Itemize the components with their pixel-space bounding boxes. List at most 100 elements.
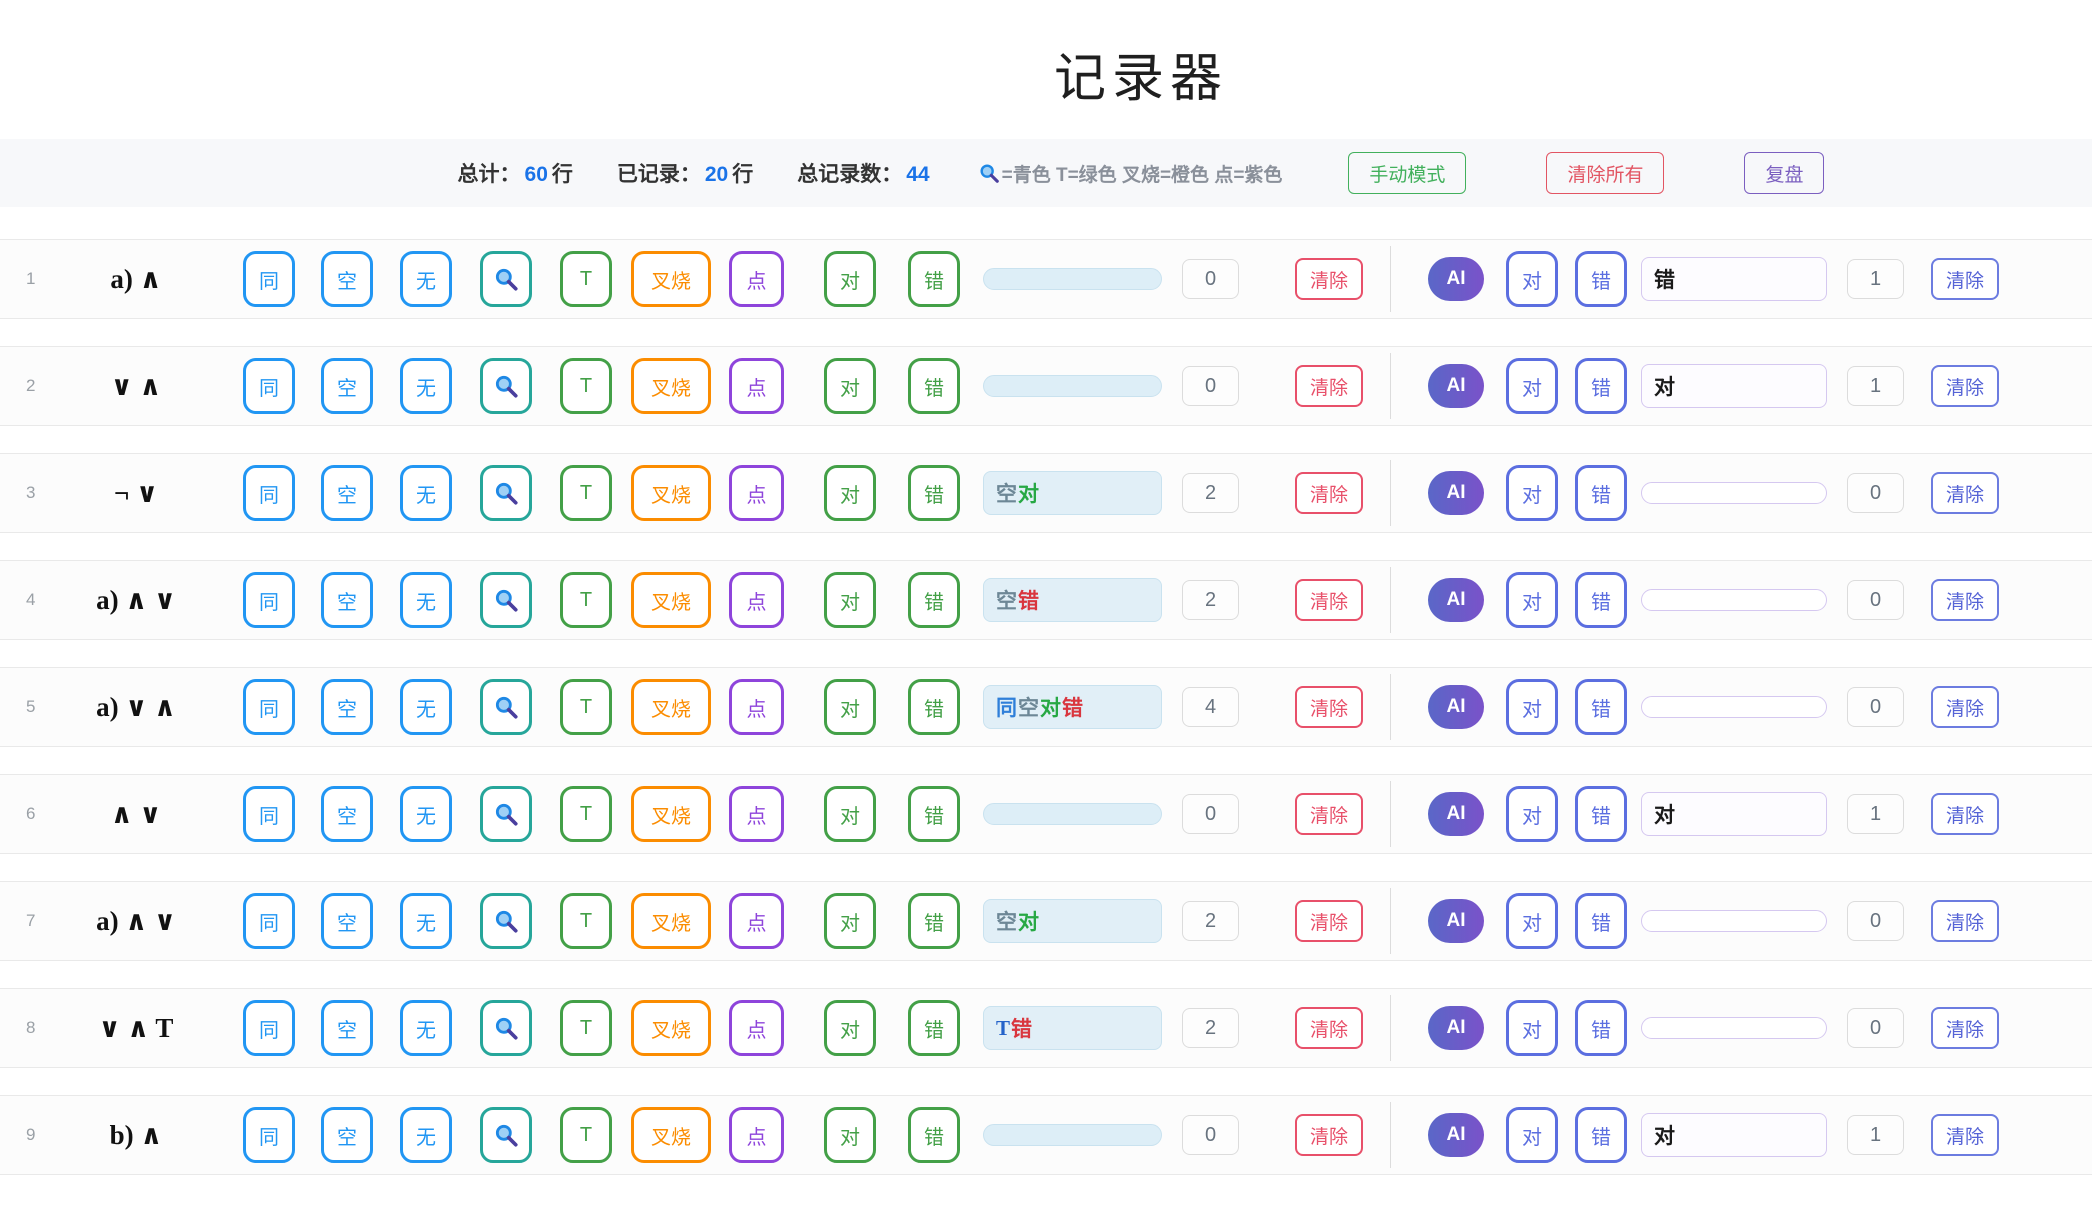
ai-dui-button[interactable]: 对 <box>1506 786 1558 842</box>
kong-button[interactable]: 空 <box>321 572 373 628</box>
magnifier-button[interactable] <box>480 358 532 414</box>
dui-button[interactable]: 对 <box>824 251 876 307</box>
magnifier-button[interactable] <box>480 679 532 735</box>
ai-clear-button[interactable]: 清除 <box>1931 1007 1999 1049</box>
ai-clear-button[interactable]: 清除 <box>1931 793 1999 835</box>
tong-button[interactable]: 同 <box>243 786 295 842</box>
kong-button[interactable]: 空 <box>321 465 373 521</box>
wu-button[interactable]: 无 <box>400 465 452 521</box>
wu-button[interactable]: 无 <box>400 358 452 414</box>
chashao-button[interactable]: 叉烧 <box>631 1000 711 1056</box>
wu-button[interactable]: 无 <box>400 786 452 842</box>
ai-cuo-button[interactable]: 错 <box>1575 465 1627 521</box>
manual-mode-button[interactable]: 手动模式 <box>1348 152 1466 194</box>
t-button[interactable]: T <box>560 251 612 307</box>
ai-clear-button[interactable]: 清除 <box>1931 472 1999 514</box>
ai-dui-button[interactable]: 对 <box>1506 251 1558 307</box>
kong-button[interactable]: 空 <box>321 1107 373 1163</box>
cuo-button[interactable]: 错 <box>908 679 960 735</box>
magnifier-button[interactable] <box>480 572 532 628</box>
kong-button[interactable]: 空 <box>321 251 373 307</box>
ai-cuo-button[interactable]: 错 <box>1575 1107 1627 1163</box>
t-button[interactable]: T <box>560 679 612 735</box>
cuo-button[interactable]: 错 <box>908 358 960 414</box>
tong-button[interactable]: 同 <box>243 1107 295 1163</box>
clear-row-button[interactable]: 清除 <box>1295 472 1363 514</box>
replay-button[interactable]: 复盘 <box>1744 152 1824 194</box>
kong-button[interactable]: 空 <box>321 786 373 842</box>
cuo-button[interactable]: 错 <box>908 893 960 949</box>
clear-row-button[interactable]: 清除 <box>1295 900 1363 942</box>
cuo-button[interactable]: 错 <box>908 465 960 521</box>
dui-button[interactable]: 对 <box>824 1000 876 1056</box>
chashao-button[interactable]: 叉烧 <box>631 1107 711 1163</box>
wu-button[interactable]: 无 <box>400 679 452 735</box>
chashao-button[interactable]: 叉烧 <box>631 893 711 949</box>
wu-button[interactable]: 无 <box>400 1107 452 1163</box>
t-button[interactable]: T <box>560 358 612 414</box>
cuo-button[interactable]: 错 <box>908 572 960 628</box>
tong-button[interactable]: 同 <box>243 1000 295 1056</box>
kong-button[interactable]: 空 <box>321 1000 373 1056</box>
dian-button[interactable]: 点 <box>729 358 784 414</box>
ai-badge[interactable]: AI <box>1428 471 1484 515</box>
dui-button[interactable]: 对 <box>824 465 876 521</box>
ai-cuo-button[interactable]: 错 <box>1575 572 1627 628</box>
cuo-button[interactable]: 错 <box>908 1000 960 1056</box>
dian-button[interactable]: 点 <box>729 679 784 735</box>
t-button[interactable]: T <box>560 786 612 842</box>
chashao-button[interactable]: 叉烧 <box>631 465 711 521</box>
ai-cuo-button[interactable]: 错 <box>1575 1000 1627 1056</box>
wu-button[interactable]: 无 <box>400 1000 452 1056</box>
magnifier-button[interactable] <box>480 251 532 307</box>
dui-button[interactable]: 对 <box>824 572 876 628</box>
ai-clear-button[interactable]: 清除 <box>1931 1114 1999 1156</box>
t-button[interactable]: T <box>560 465 612 521</box>
tong-button[interactable]: 同 <box>243 251 295 307</box>
magnifier-button[interactable] <box>480 465 532 521</box>
ai-dui-button[interactable]: 对 <box>1506 893 1558 949</box>
tong-button[interactable]: 同 <box>243 572 295 628</box>
ai-dui-button[interactable]: 对 <box>1506 465 1558 521</box>
ai-cuo-button[interactable]: 错 <box>1575 786 1627 842</box>
clear-row-button[interactable]: 清除 <box>1295 793 1363 835</box>
kong-button[interactable]: 空 <box>321 358 373 414</box>
kong-button[interactable]: 空 <box>321 893 373 949</box>
dian-button[interactable]: 点 <box>729 893 784 949</box>
ai-dui-button[interactable]: 对 <box>1506 358 1558 414</box>
t-button[interactable]: T <box>560 572 612 628</box>
t-button[interactable]: T <box>560 1000 612 1056</box>
dui-button[interactable]: 对 <box>824 893 876 949</box>
ai-cuo-button[interactable]: 错 <box>1575 679 1627 735</box>
cuo-button[interactable]: 错 <box>908 251 960 307</box>
tong-button[interactable]: 同 <box>243 679 295 735</box>
cuo-button[interactable]: 错 <box>908 1107 960 1163</box>
clear-row-button[interactable]: 清除 <box>1295 579 1363 621</box>
ai-clear-button[interactable]: 清除 <box>1931 900 1999 942</box>
ai-badge[interactable]: AI <box>1428 1006 1484 1050</box>
cuo-button[interactable]: 错 <box>908 786 960 842</box>
dian-button[interactable]: 点 <box>729 1107 784 1163</box>
ai-badge[interactable]: AI <box>1428 792 1484 836</box>
ai-clear-button[interactable]: 清除 <box>1931 258 1999 300</box>
dui-button[interactable]: 对 <box>824 1107 876 1163</box>
ai-badge[interactable]: AI <box>1428 899 1484 943</box>
ai-cuo-button[interactable]: 错 <box>1575 893 1627 949</box>
clear-all-button[interactable]: 清除所有 <box>1546 152 1664 194</box>
ai-cuo-button[interactable]: 错 <box>1575 251 1627 307</box>
wu-button[interactable]: 无 <box>400 251 452 307</box>
clear-row-button[interactable]: 清除 <box>1295 1114 1363 1156</box>
dian-button[interactable]: 点 <box>729 251 784 307</box>
clear-row-button[interactable]: 清除 <box>1295 258 1363 300</box>
chashao-button[interactable]: 叉烧 <box>631 251 711 307</box>
dian-button[interactable]: 点 <box>729 465 784 521</box>
clear-row-button[interactable]: 清除 <box>1295 686 1363 728</box>
ai-badge[interactable]: AI <box>1428 257 1484 301</box>
wu-button[interactable]: 无 <box>400 572 452 628</box>
dian-button[interactable]: 点 <box>729 786 784 842</box>
magnifier-button[interactable] <box>480 1000 532 1056</box>
dui-button[interactable]: 对 <box>824 679 876 735</box>
ai-clear-button[interactable]: 清除 <box>1931 686 1999 728</box>
tong-button[interactable]: 同 <box>243 358 295 414</box>
chashao-button[interactable]: 叉烧 <box>631 786 711 842</box>
